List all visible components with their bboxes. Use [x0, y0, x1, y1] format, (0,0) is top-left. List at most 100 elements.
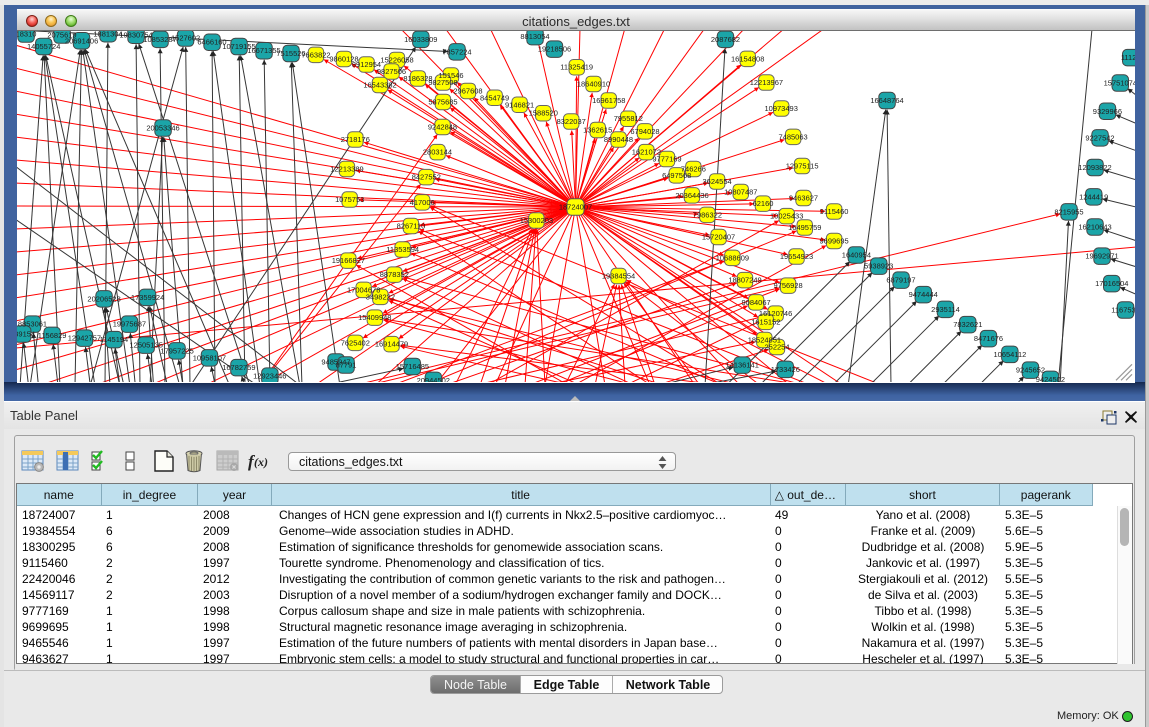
svg-text:2967608: 2967608	[453, 87, 482, 96]
svg-text:18724007: 18724007	[559, 203, 592, 212]
svg-text:18310: 18310	[17, 31, 36, 39]
svg-text:8267110: 8267110	[397, 222, 426, 231]
svg-text:19384554: 19384554	[602, 272, 635, 281]
svg-text:5875685: 5875685	[428, 98, 457, 107]
svg-text:8427552: 8427552	[412, 173, 441, 182]
svg-text:7663822: 7663822	[301, 51, 330, 60]
svg-text:9699695: 9699695	[819, 237, 848, 246]
svg-text:7986322: 7986322	[693, 211, 722, 220]
svg-text:9756928: 9756928	[773, 281, 802, 290]
svg-text:10973493: 10973493	[765, 104, 798, 113]
svg-text:9115460: 9115460	[820, 207, 849, 216]
svg-text:17359924: 17359924	[131, 293, 164, 302]
svg-text:19975687: 19975687	[113, 320, 146, 329]
svg-text:7485063: 7485063	[778, 133, 807, 142]
svg-text:16648764: 16648764	[870, 96, 903, 105]
svg-text:11353594: 11353594	[386, 245, 419, 254]
svg-text:10654112: 10654112	[993, 350, 1026, 359]
svg-text:14136141: 14136141	[726, 361, 759, 370]
svg-text:16033809: 16033809	[404, 35, 437, 44]
svg-text:2087682: 2087682	[711, 35, 740, 44]
svg-text:16782759: 16782759	[222, 363, 255, 372]
svg-text:9329966: 9329966	[1093, 107, 1122, 116]
svg-text:9463627: 9463627	[789, 194, 818, 203]
svg-text:417006: 417006	[410, 198, 435, 207]
svg-text:9777169: 9777169	[652, 155, 681, 164]
svg-text:1881304: 1881304	[93, 31, 122, 38]
svg-text:9245652: 9245652	[1016, 366, 1045, 375]
svg-text:6794028: 6794028	[630, 127, 659, 136]
svg-text:15300203: 15300203	[520, 216, 553, 225]
svg-text:7857224: 7857224	[442, 48, 471, 57]
svg-text:1075753: 1075753	[335, 195, 364, 204]
svg-text:8990448: 8990448	[604, 135, 633, 144]
svg-text:19692971: 19692971	[1085, 252, 1118, 261]
svg-text:20053346: 20053346	[146, 124, 179, 133]
svg-text:1615152: 1615152	[751, 318, 780, 327]
svg-text:2935114: 2935114	[931, 305, 960, 314]
svg-text:12923446: 12923446	[253, 372, 286, 381]
svg-text:7832621: 7832621	[953, 320, 982, 329]
svg-text:16210643: 16210643	[1078, 223, 1111, 232]
svg-text:1527602: 1527602	[171, 34, 200, 43]
svg-text:8853061: 8853061	[18, 320, 47, 329]
svg-text:12093822: 12093822	[1078, 163, 1111, 172]
svg-text:16961758: 16961758	[592, 96, 625, 105]
svg-text:9242848: 9242848	[428, 123, 457, 132]
svg-text:7955812: 7955812	[614, 114, 643, 123]
svg-text:2718176: 2718176	[341, 135, 370, 144]
svg-text:12213967: 12213967	[750, 78, 783, 87]
svg-text:9474444: 9474444	[909, 290, 938, 299]
svg-text:8878352: 8878352	[380, 270, 409, 279]
svg-text:12213389: 12213389	[330, 165, 363, 174]
svg-text:1733426: 1733426	[771, 365, 800, 374]
svg-text:10807487: 10807487	[724, 188, 757, 197]
svg-text:10025433: 10025433	[770, 212, 803, 221]
svg-text:939154: 939154	[17, 330, 35, 339]
svg-text:9827506: 9827506	[377, 67, 406, 76]
svg-text:15720407: 15720407	[702, 233, 735, 242]
svg-text:15226058: 15226058	[380, 56, 413, 65]
svg-text:5938923: 5938923	[864, 262, 893, 271]
svg-text:15409948: 15409948	[358, 313, 391, 322]
svg-text:17016504: 17016504	[1095, 279, 1128, 288]
svg-text:19218506: 19218506	[538, 45, 571, 54]
svg-text:20364436: 20364436	[675, 191, 708, 200]
svg-text:16543382: 16543382	[363, 81, 396, 90]
svg-text:17957225: 17957225	[160, 347, 193, 356]
svg-text:1588520: 1588520	[529, 109, 558, 118]
svg-text:1640954: 1640954	[842, 251, 871, 260]
svg-text:7625402: 7625402	[341, 339, 370, 348]
svg-text:16495759: 16495759	[788, 223, 821, 232]
svg-text:11123: 11123	[1121, 53, 1135, 62]
svg-text:1362615: 1362615	[583, 126, 612, 135]
svg-text:20944502: 20944502	[417, 376, 450, 382]
svg-text:87791: 87791	[336, 361, 357, 370]
svg-text:12975115: 12975115	[786, 162, 819, 171]
svg-text:8215955: 8215955	[1054, 208, 1083, 217]
svg-text:6497568: 6497568	[662, 171, 691, 180]
svg-text:19166827: 19166827	[332, 256, 365, 265]
svg-text:18807249: 18807249	[728, 276, 761, 285]
svg-text:12942757: 12942757	[68, 334, 101, 343]
svg-text:11325419: 11325419	[560, 63, 593, 72]
svg-text:8813054: 8813054	[520, 32, 549, 41]
svg-text:252254: 252254	[764, 343, 789, 352]
svg-text:16154808: 16154808	[731, 55, 764, 64]
svg-text:14055724: 14055724	[27, 42, 60, 51]
svg-text:20206528: 20206528	[87, 295, 120, 304]
svg-text:10688609: 10688609	[716, 254, 749, 263]
svg-text:1145194: 1145194	[100, 335, 129, 344]
svg-text:8471676: 8471676	[974, 334, 1003, 343]
svg-text:3498222: 3498222	[366, 293, 395, 302]
svg-text:1167533: 1167533	[1111, 306, 1135, 315]
svg-text:19654923: 19654923	[780, 252, 813, 261]
svg-text:2803144: 2803144	[423, 148, 452, 157]
svg-text:16914479: 16914479	[375, 340, 408, 349]
svg-text:15751074: 15751074	[1104, 79, 1135, 88]
svg-text:8322037: 8322037	[557, 117, 586, 126]
svg-text:9084067: 9084067	[741, 298, 770, 307]
svg-text:9424502: 9424502	[1036, 375, 1065, 382]
svg-text:1244419: 1244419	[1079, 193, 1108, 202]
svg-text:6879197: 6879197	[886, 276, 915, 285]
